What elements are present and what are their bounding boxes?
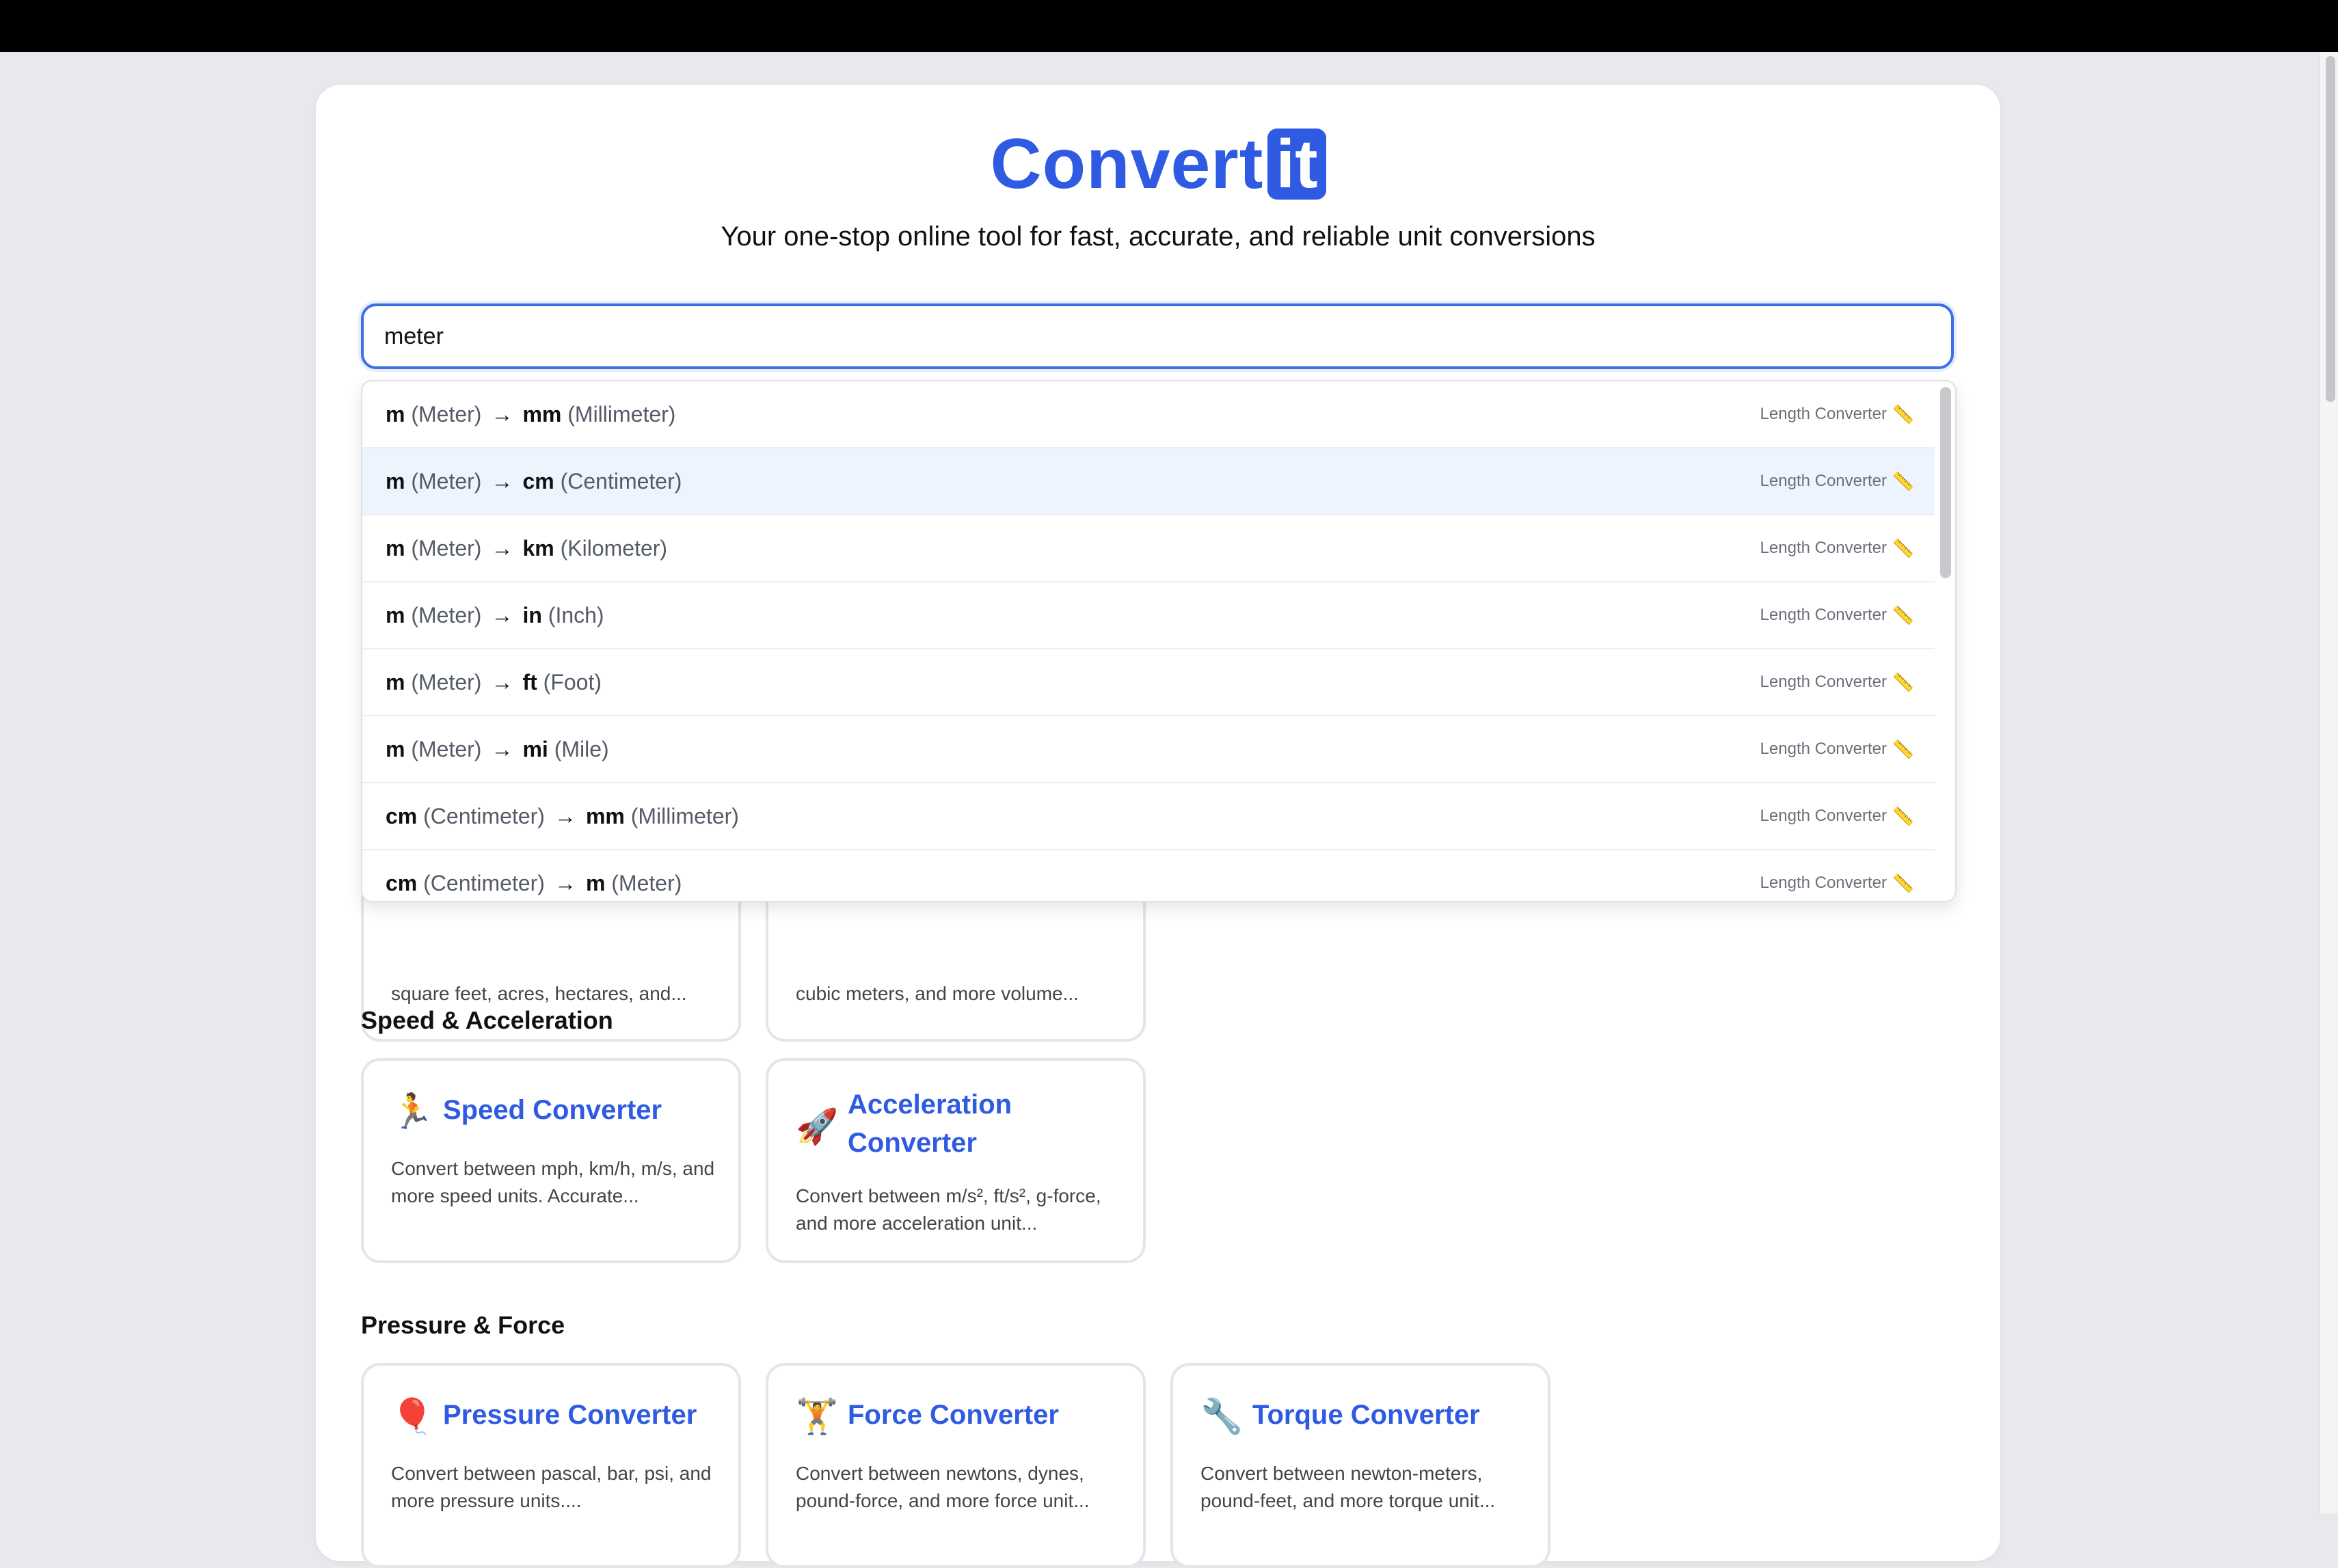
acceleration-converter-card[interactable]: 🚀 Acceleration Converter Convert between… [766, 1058, 1146, 1263]
ruler-icon: 📏 [1892, 805, 1914, 826]
to-code: mm [585, 803, 625, 828]
to-name: (Millimeter) [567, 401, 676, 427]
page-scrollbar-thumb[interactable] [2326, 56, 2335, 402]
search-input[interactable] [361, 303, 1954, 369]
category-label: Length Converter [1760, 673, 1887, 691]
weightlifter-icon: 🏋 [796, 1397, 839, 1435]
card-description: Convert between newton-meters, pound-fee… [1200, 1463, 1496, 1511]
card-description: Convert between newtons, dynes, pound-fo… [796, 1463, 1090, 1511]
card-title[interactable]: Acceleration Converter [848, 1085, 1121, 1162]
from-name: (Meter) [411, 602, 482, 627]
rocket-icon: 🚀 [796, 1107, 839, 1146]
from-name: (Meter) [411, 468, 482, 494]
suggestion-item[interactable]: m (Meter) → ft (Foot) Length Converter 📏 [362, 649, 1935, 716]
logo-box: it [1267, 129, 1326, 200]
to-name: (Millimeter) [630, 803, 739, 828]
from-name: (Centimeter) [423, 870, 545, 895]
card-description: cubic meters, and more volume... [796, 983, 1079, 1004]
to-code: cm [522, 468, 554, 494]
tagline: Your one-stop online tool for fast, accu… [721, 221, 1596, 252]
arrow-icon: → [491, 669, 513, 694]
category-label: Length Converter [1760, 472, 1887, 490]
arrow-icon: → [491, 602, 513, 627]
arrow-icon: → [491, 535, 513, 560]
suggestion-item[interactable]: cm (Centimeter) → mm (Millimeter) Length C… [362, 783, 1935, 850]
volume-converter-card[interactable]: cubic meters, and more volume... [766, 880, 1146, 1042]
to-name: (Meter) [611, 870, 682, 895]
logo-text: Convert [990, 124, 1264, 204]
from-name: (Centimeter) [423, 803, 545, 828]
speed-converter-card[interactable]: 🏃 Speed Converter Convert between mph, k… [361, 1058, 741, 1263]
suggestion-item[interactable]: m (Meter) → cm (Centimeter) Length Convert… [362, 448, 1935, 515]
suggestion-item[interactable]: m (Meter) → km (Kilometer) Length Converte… [362, 515, 1935, 582]
from-code: m [386, 401, 405, 427]
card-description: Convert between pascal, bar, psi, and mo… [391, 1463, 712, 1511]
from-code: m [386, 602, 405, 627]
card-description: Convert between mph, km/h, m/s, and more… [391, 1158, 715, 1206]
arrow-icon: → [491, 401, 513, 427]
suggestion-item[interactable]: cm (Centimeter) → m (Meter) Length Convert… [362, 850, 1935, 901]
from-code: m [386, 669, 405, 694]
category-label: Length Converter [1760, 539, 1887, 557]
suggestion-item[interactable]: m (Meter) → mm (Millimeter) Length Convert… [362, 381, 1935, 448]
card-description: Convert between m/s², ft/s², g-force, an… [796, 1185, 1101, 1234]
to-code: mi [522, 736, 548, 761]
from-name: (Meter) [411, 736, 482, 761]
to-code: ft [522, 669, 537, 694]
from-code: m [386, 468, 405, 494]
to-code: km [522, 535, 554, 560]
suggestion-item[interactable]: m (Meter) → mi (Mile) Length Converter 📏 [362, 716, 1935, 783]
arrow-icon: → [554, 803, 576, 828]
to-code: mm [522, 401, 562, 427]
arrow-icon: → [491, 468, 513, 494]
to-code: in [522, 602, 542, 627]
wrench-icon: 🔧 [1200, 1397, 1244, 1435]
torque-converter-card[interactable]: 🔧 Torque Converter Convert between newto… [1170, 1363, 1550, 1568]
balloon-icon: 🎈 [391, 1397, 434, 1435]
ruler-icon: 📏 [1892, 671, 1914, 692]
category-label: Length Converter [1760, 405, 1887, 423]
search-suggestions: m (Meter) → mm (Millimeter) Length Convert… [361, 380, 1957, 902]
dropdown-scrollbar[interactable] [1940, 387, 1951, 578]
card-title[interactable]: Torque Converter [1252, 1396, 1526, 1434]
from-code: cm [386, 870, 418, 895]
card-title[interactable]: Force Converter [848, 1396, 1121, 1434]
section-title-speed: Speed & Acceleration [361, 1006, 613, 1034]
category-label: Length Converter [1760, 807, 1887, 825]
from-code: cm [386, 803, 418, 828]
suggestion-item[interactable]: m (Meter) → in (Inch) Length Converter 📏 [362, 582, 1935, 649]
browser-top-bar [0, 0, 2338, 52]
to-name: (Mile) [554, 736, 609, 761]
card-title[interactable]: Pressure Converter [443, 1396, 716, 1434]
ruler-icon: 📏 [1892, 604, 1914, 625]
ruler-icon: 📏 [1892, 872, 1914, 893]
force-converter-card[interactable]: 🏋 Force Converter Convert between newton… [766, 1363, 1146, 1568]
to-name: (Centimeter) [560, 468, 682, 494]
from-name: (Meter) [411, 401, 482, 427]
arrow-icon: → [554, 870, 576, 895]
main-card: Convert it Your one-stop online tool for… [316, 85, 2000, 1568]
category-label: Length Converter [1760, 874, 1887, 892]
card-title[interactable]: Speed Converter [443, 1091, 716, 1129]
ruler-icon: 📏 [1892, 470, 1914, 491]
from-name: (Meter) [411, 535, 482, 560]
ruler-icon: 📏 [1892, 738, 1914, 759]
category-label: Length Converter [1760, 740, 1887, 758]
category-label: Length Converter [1760, 606, 1887, 624]
logo[interactable]: Convert it [316, 129, 2000, 217]
pressure-converter-card[interactable]: 🎈 Pressure Converter Convert between pas… [361, 1363, 741, 1568]
to-name: (Kilometer) [560, 535, 668, 560]
from-code: m [386, 736, 405, 761]
to-code: m [585, 870, 606, 895]
ruler-icon: 📏 [1892, 537, 1914, 558]
from-code: m [386, 535, 405, 560]
section-title-pressure: Pressure & Force [361, 1311, 565, 1339]
runner-icon: 🏃 [391, 1092, 434, 1131]
ruler-icon: 📏 [1892, 403, 1914, 424]
to-name: (Inch) [548, 602, 604, 627]
to-name: (Foot) [543, 669, 602, 694]
card-description: square feet, acres, hectares, and... [391, 983, 687, 1004]
from-name: (Meter) [411, 669, 482, 694]
arrow-icon: → [491, 736, 513, 761]
